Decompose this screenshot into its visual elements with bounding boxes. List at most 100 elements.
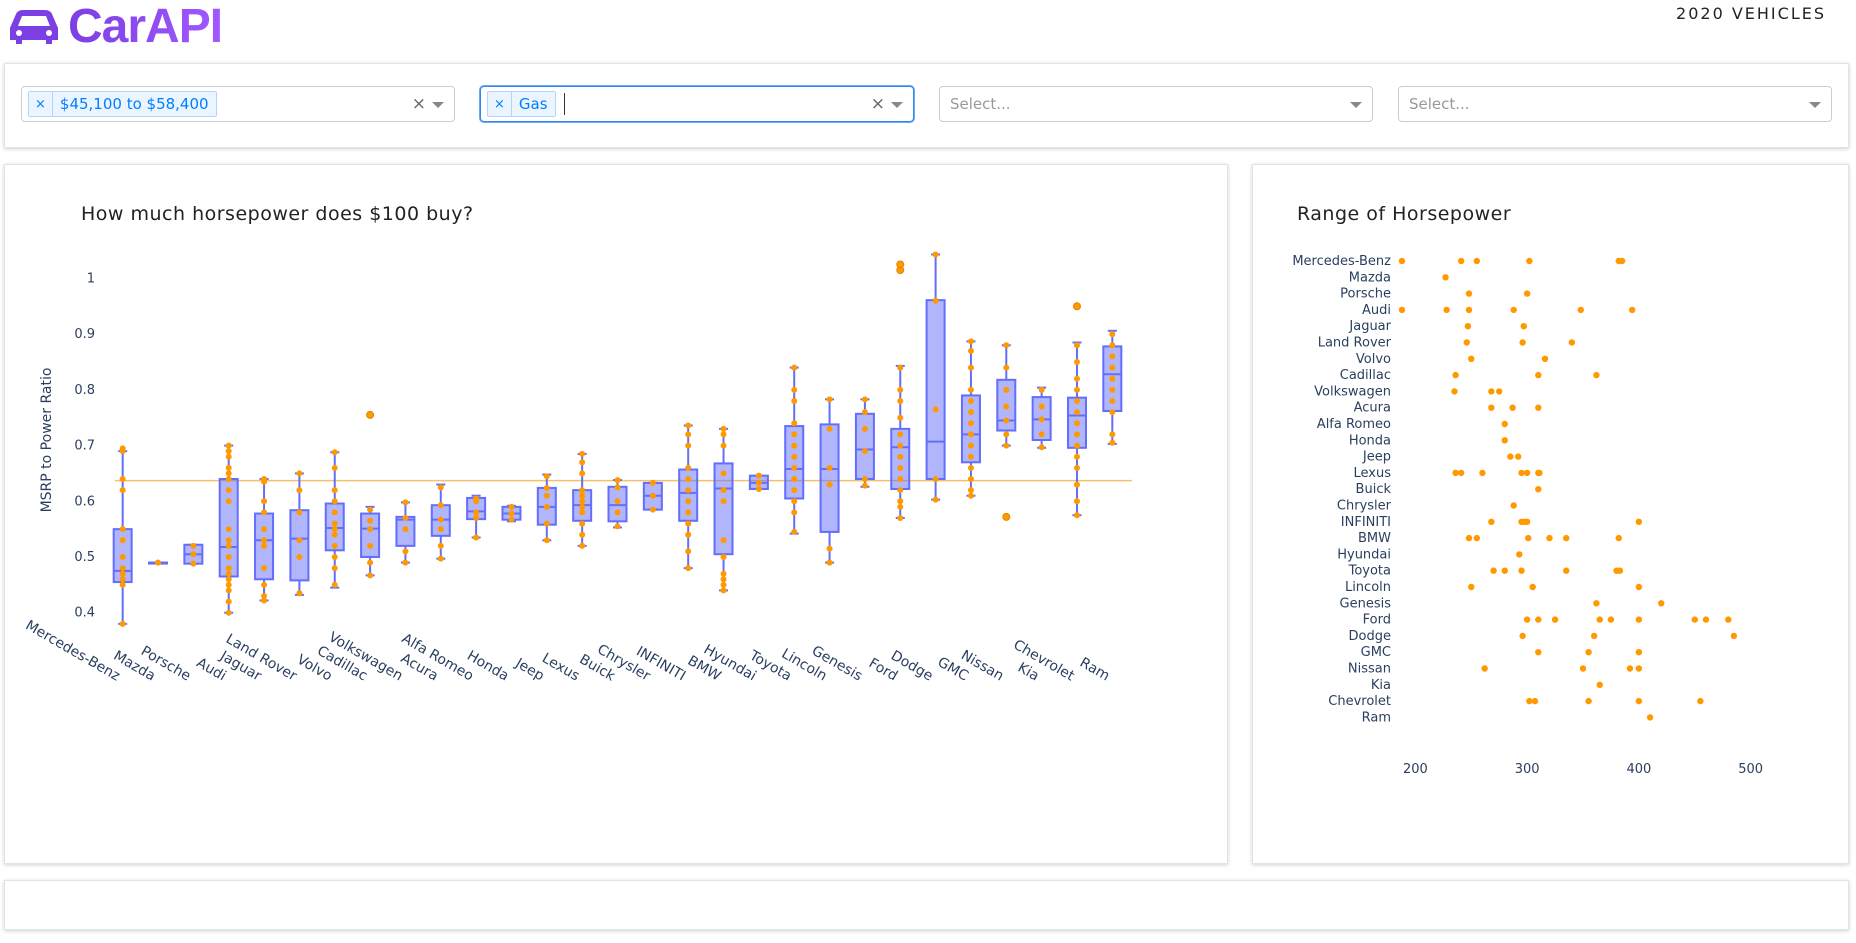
- box-data-point: [296, 590, 303, 597]
- box-data-point: [437, 542, 444, 549]
- box-data-point: [791, 442, 798, 449]
- box-data-point: [261, 542, 268, 549]
- box-data-point: [1109, 409, 1116, 416]
- box-data-point: [473, 495, 480, 502]
- box-data-point: [508, 516, 515, 523]
- box-data-point: [296, 509, 303, 516]
- box-data-point: [473, 534, 480, 541]
- box-data-point: [791, 420, 798, 427]
- box-GMC: [960, 394, 981, 464]
- box-data-point: [119, 487, 126, 494]
- box-data-point: [685, 531, 692, 538]
- box-data-point: [791, 364, 798, 371]
- range-data-point: [1536, 469, 1543, 477]
- box-data-point: [932, 406, 939, 413]
- box-data-point: [967, 386, 974, 393]
- range-data-point: [1535, 649, 1542, 656]
- chevron-down-icon[interactable]: [432, 102, 444, 108]
- range-data-point: [1535, 616, 1542, 623]
- y-tick-label: 0.6: [74, 494, 95, 509]
- range-data-point: [1510, 306, 1517, 314]
- box-data-point: [1109, 375, 1116, 382]
- filter-select-4[interactable]: Select...: [1398, 86, 1832, 122]
- x-tick-label: 300: [1515, 762, 1540, 777]
- box-data-point: [791, 386, 798, 393]
- box-data-point: [508, 510, 515, 517]
- fuel-filter-select[interactable]: × Gas ×: [480, 86, 914, 122]
- remove-price-chip-icon[interactable]: ×: [29, 92, 53, 116]
- box-data-point: [791, 476, 798, 482]
- range-data-point: [1635, 616, 1643, 623]
- range-data-point: [1465, 306, 1473, 314]
- price-filter-select[interactable]: × $45,100 to $58,400 ×: [21, 86, 455, 122]
- box-Land Rover: [289, 509, 310, 582]
- box-data-point: [897, 431, 904, 438]
- range-data-point: [1525, 534, 1532, 542]
- clear-price-icon[interactable]: ×: [412, 94, 426, 114]
- box-data-point: [1003, 417, 1010, 424]
- box-data-point: [897, 442, 904, 449]
- box-data-point: [190, 542, 197, 549]
- box-data-point: [367, 506, 374, 513]
- range-data-point: [1488, 404, 1495, 411]
- box-data-point: [190, 551, 197, 558]
- box-data-point: [225, 442, 232, 449]
- range-chart[interactable]: Mercedes-BenzMazda PorscheAudiJaguar Land …: [1253, 165, 1848, 863]
- remove-fuel-chip-icon[interactable]: ×: [488, 92, 512, 116]
- box-data-point: [685, 509, 692, 516]
- range-data-point: [1551, 616, 1559, 623]
- range-data-point: [1616, 567, 1624, 574]
- box-data-point: [967, 492, 974, 499]
- y-tick-label: Ford: [1363, 613, 1391, 628]
- filter-4-placeholder: Select...: [1409, 95, 1470, 113]
- range-data-point: [1488, 388, 1495, 395]
- range-data-point: [1563, 567, 1570, 574]
- chevron-down-icon[interactable]: [891, 102, 903, 108]
- box-data-point: [1109, 364, 1116, 371]
- filter-select-3[interactable]: Select...: [939, 86, 1373, 122]
- box-data-point: [579, 470, 586, 477]
- box-data-point: [261, 581, 268, 588]
- box-data-point: [331, 581, 338, 588]
- logo-text[interactable]: CarAPI: [68, 0, 223, 54]
- range-data-point: [1646, 714, 1654, 721]
- y-tick-label: 0.4: [74, 606, 95, 621]
- box-data-point: [119, 476, 126, 482]
- box-data-point: [685, 520, 692, 527]
- car-icon: [10, 10, 58, 44]
- range-data-point: [1585, 649, 1592, 656]
- box-data-point: [932, 297, 939, 304]
- box-data-point: [1073, 498, 1080, 505]
- box-data-point: [791, 398, 798, 404]
- box-data-point: [225, 570, 232, 577]
- box-data-point: [932, 251, 939, 258]
- box-data-point: [826, 481, 833, 488]
- box-outlier: [1002, 512, 1011, 521]
- box-data-point: [579, 487, 586, 494]
- box-data-point: [720, 581, 727, 588]
- box-data-point: [614, 498, 621, 505]
- box-data-point: [225, 542, 232, 549]
- filter-panel: × $45,100 to $58,400 × × Gas × Select...…: [4, 63, 1849, 148]
- range-data-point: [1730, 632, 1738, 640]
- range-data-point: [1509, 404, 1516, 411]
- box-data-point: [1109, 331, 1116, 338]
- box-data-point: [614, 509, 621, 516]
- range-data-point: [1479, 469, 1486, 477]
- box-data-point: [861, 476, 868, 482]
- box-data-point: [543, 520, 550, 527]
- range-data-point: [1451, 388, 1458, 395]
- box-data-point: [861, 425, 868, 432]
- chevron-down-icon[interactable]: [1809, 102, 1821, 108]
- y-tick-label: Ram: [1362, 710, 1391, 725]
- box-data-point: [119, 620, 126, 627]
- box-data-point: [967, 364, 974, 371]
- box-chart[interactable]: 0.4 0.5 0.6 0.7 0.8 0.9 1 MSRP to Power Ratio Me…: [5, 165, 1227, 863]
- range-data-point: [1526, 697, 1533, 705]
- y-tick-label: 0.7: [74, 439, 95, 454]
- box-data-point: [579, 531, 586, 538]
- chevron-down-icon[interactable]: [1350, 102, 1362, 108]
- box-data-point: [967, 442, 974, 449]
- clear-fuel-icon[interactable]: ×: [871, 94, 885, 114]
- box-data-point: [261, 498, 268, 505]
